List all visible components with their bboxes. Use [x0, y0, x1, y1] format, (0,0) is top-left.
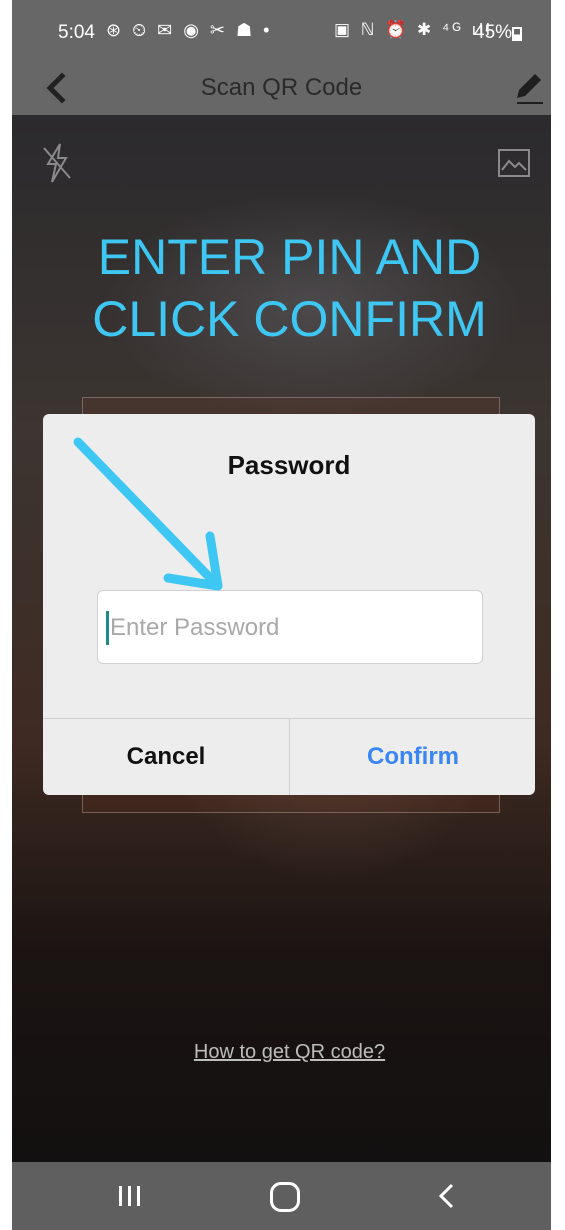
pencil-icon: [517, 74, 543, 104]
status-bar: 5:04 ⊛ ⏲ ✉ ◉ ✂ ☗ • ▣ ℕ ⏰ ✱ ⁴ᴳ ıll 45%: [12, 0, 551, 62]
instruction-line-2: CLICK CONFIRM: [92, 291, 487, 347]
home-button[interactable]: [270, 1182, 300, 1212]
help-link[interactable]: How to get QR code?: [12, 1041, 551, 1064]
battery-icon: [512, 27, 522, 41]
annotation-arrow-icon: [73, 437, 223, 591]
navigation-bar: [12, 1162, 551, 1230]
nav-back-button[interactable]: [432, 1180, 462, 1212]
gallery-icon[interactable]: [497, 148, 531, 178]
text-cursor: [106, 611, 109, 645]
instruction-text: ENTER PIN AND CLICK CONFIRM: [12, 226, 551, 350]
notification-icons: ⊛ ⏲ ✉ ◉ ✂ ☗ •: [106, 20, 273, 40]
phone-screen: 5:04 ⊛ ⏲ ✉ ◉ ✂ ☗ • ▣ ℕ ⏰ ✱ ⁴ᴳ ıll 45% Sc…: [12, 0, 551, 1230]
app-bar: Scan QR Code: [12, 62, 551, 115]
battery-percent: 45%: [474, 22, 513, 43]
page-title: Scan QR Code: [200, 74, 363, 101]
confirm-button[interactable]: Confirm: [290, 719, 535, 795]
flash-off-icon[interactable]: [42, 142, 72, 184]
cancel-button[interactable]: Cancel: [43, 719, 289, 795]
system-status-icons: ▣ ℕ ⏰ ✱ ⁴ᴳ ıll: [334, 20, 493, 39]
recents-icon: [119, 1186, 140, 1206]
status-time: 5:04: [58, 22, 95, 43]
recent-apps-button[interactable]: [110, 1180, 150, 1212]
back-arrow-icon: [438, 1183, 454, 1209]
edit-button[interactable]: [509, 68, 549, 108]
instruction-line-1: ENTER PIN AND: [97, 229, 482, 285]
password-placeholder: Enter Password: [110, 614, 280, 641]
